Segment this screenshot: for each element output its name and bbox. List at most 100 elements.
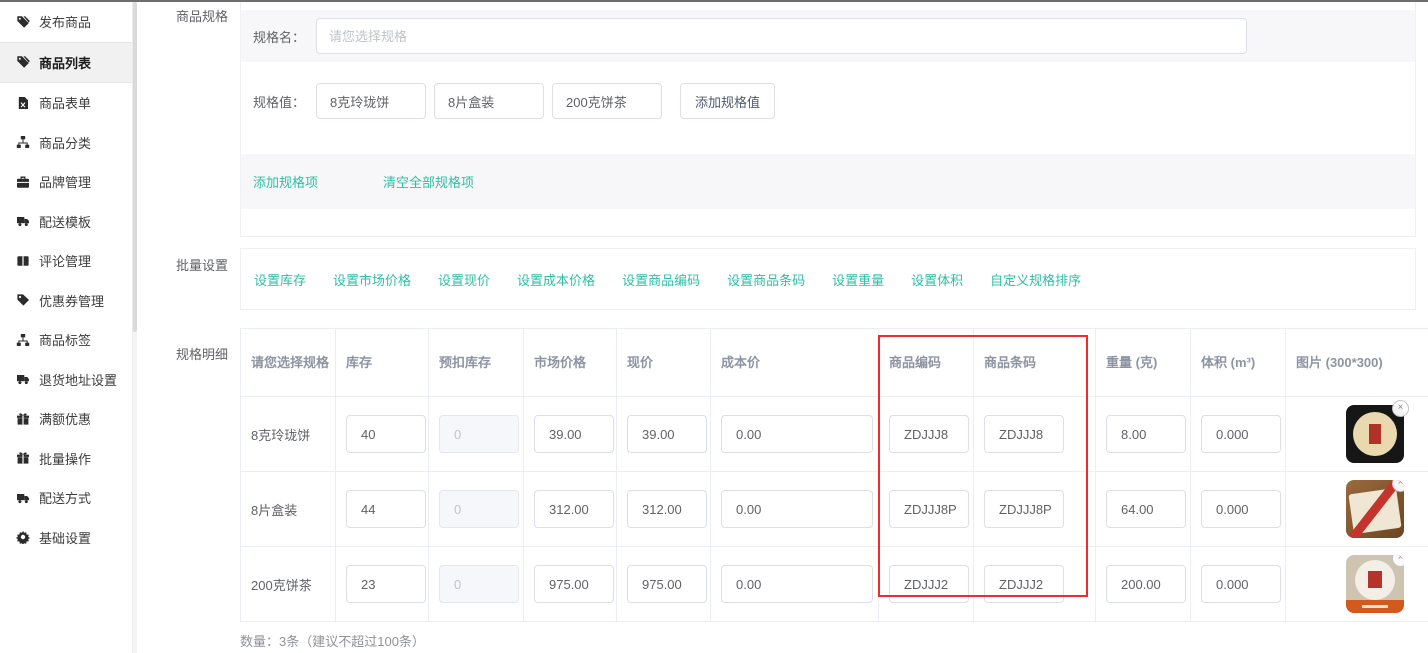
- column-header-10: 图片 (300*300): [1286, 329, 1428, 397]
- custom-spec-sort-link[interactable]: 自定义规格排序: [990, 270, 1081, 289]
- weight-input[interactable]: [1106, 565, 1186, 603]
- sitemap-icon: [16, 135, 30, 149]
- stock-input[interactable]: [346, 490, 426, 528]
- product-image-white-tea-cake-orange-banner[interactable]: ×: [1346, 555, 1404, 613]
- truck-icon: [16, 491, 30, 505]
- set-weight-link[interactable]: 设置重量: [832, 270, 884, 289]
- sidebar-menu: 发布商品商品列表商品表单商品分类品牌管理配送模板评论管理优惠券管理商品标签退货地…: [0, 2, 132, 557]
- top-divider: [0, 0, 1428, 2]
- sidebar-item-product-tags[interactable]: 商品标签: [0, 320, 132, 360]
- volume-input[interactable]: [1201, 565, 1281, 603]
- sidebar: 发布商品商品列表商品表单商品分类品牌管理配送模板评论管理优惠券管理商品标签退货地…: [0, 2, 133, 653]
- batch-settings-panel: 设置库存 设置市场价格 设置现价 设置成本价格 设置商品编码 设置商品条码 设置重量 设置体积…: [240, 248, 1416, 310]
- tags-icon: [16, 15, 30, 29]
- truck-icon: [16, 372, 30, 386]
- image-remove-icon[interactable]: ×: [1392, 400, 1409, 417]
- product-code-input[interactable]: [889, 415, 969, 453]
- market-price-input[interactable]: [534, 415, 614, 453]
- product-spec-page: 发布商品商品列表商品表单商品分类品牌管理配送模板评论管理优惠券管理商品标签退货地…: [0, 0, 1428, 653]
- column-header-8: 重量 (克): [1096, 329, 1191, 397]
- reserved-stock-input: [439, 415, 519, 453]
- set-volume-link[interactable]: 设置体积: [911, 270, 963, 289]
- sidebar-scrollbar-thumb[interactable]: [133, 2, 137, 332]
- cost-price-input[interactable]: [721, 490, 873, 528]
- set-cost-price-link[interactable]: 设置成本价格: [517, 270, 595, 289]
- product-image-wooden-gift-box-red-ribbon[interactable]: ×: [1346, 480, 1404, 538]
- price-input[interactable]: [627, 490, 707, 528]
- price-input[interactable]: [627, 415, 707, 453]
- product-barcode-input[interactable]: [984, 565, 1064, 603]
- sidebar-item-basic-settings[interactable]: 基础设置: [0, 518, 132, 558]
- add-spec-item-link[interactable]: 添加规格项: [253, 172, 318, 191]
- spec-value-input-2[interactable]: [552, 83, 662, 119]
- spec-cell: 8片盒装: [241, 472, 336, 547]
- weight-input[interactable]: [1106, 415, 1186, 453]
- column-header-9: 体积 (m³): [1191, 329, 1286, 397]
- set-market-price-link[interactable]: 设置市场价格: [333, 270, 411, 289]
- sidebar-item-label: 退货地址设置: [39, 370, 117, 389]
- tags-icon: [16, 15, 30, 29]
- spec-value-chips: [316, 83, 670, 119]
- product-barcode-input[interactable]: [984, 415, 1064, 453]
- sidebar-item-full-discount[interactable]: 满额优惠: [0, 399, 132, 439]
- sidebar-item-batch-operation[interactable]: 批量操作: [0, 439, 132, 479]
- sidebar-item-label: 商品分类: [39, 133, 91, 152]
- sidebar-item-publish-product[interactable]: 发布商品: [0, 2, 132, 42]
- set-stock-link[interactable]: 设置库存: [254, 270, 306, 289]
- column-header-6: 商品编码: [879, 329, 974, 397]
- spec-panel: 规格名： 规格值： 添加规格值 添加规格项 清空全部规格项: [240, 0, 1416, 237]
- column-header-3: 市场价格: [524, 329, 617, 397]
- sidebar-item-return-address-settings[interactable]: 退货地址设置: [0, 360, 132, 400]
- product-code-input[interactable]: [889, 565, 969, 603]
- market-price-input[interactable]: [534, 490, 614, 528]
- clear-all-spec-link[interactable]: 清空全部规格项: [383, 172, 474, 191]
- reserved-stock-input: [439, 490, 519, 528]
- add-spec-value-button[interactable]: 添加规格值: [680, 83, 775, 119]
- volume-input[interactable]: [1201, 490, 1281, 528]
- stock-input[interactable]: [346, 565, 426, 603]
- sidebar-item-brand-management[interactable]: 品牌管理: [0, 162, 132, 202]
- stock-input[interactable]: [346, 415, 426, 453]
- volume-input[interactable]: [1201, 415, 1281, 453]
- tags-icon: [16, 55, 30, 69]
- product-image-black-box-round-tea-cake[interactable]: ×: [1346, 405, 1404, 463]
- sidebar-item-coupon-management[interactable]: 优惠券管理: [0, 281, 132, 321]
- spec-name-input[interactable]: [316, 18, 1247, 54]
- spec-row-0: 8克玲珑饼×: [241, 397, 1428, 472]
- set-price-link[interactable]: 设置现价: [438, 270, 490, 289]
- price-input[interactable]: [627, 565, 707, 603]
- sidebar-item-review-management[interactable]: 评论管理: [0, 241, 132, 281]
- row-count-note: 数量：3条（建议不超过100条）: [240, 631, 425, 650]
- sidebar-item-label: 基础设置: [39, 528, 91, 547]
- set-product-code-link[interactable]: 设置商品编码: [622, 270, 700, 289]
- batch-section-label: 批量设置: [146, 255, 228, 274]
- sidebar-item-product-list[interactable]: 商品列表: [0, 42, 132, 84]
- cost-price-input[interactable]: [721, 565, 873, 603]
- spec-value-input-1[interactable]: [434, 83, 544, 119]
- briefcase-icon: [16, 175, 30, 189]
- briefcase-icon: [16, 175, 30, 189]
- sidebar-item-delivery-method[interactable]: 配送方式: [0, 478, 132, 518]
- spec-value-input-0[interactable]: [316, 83, 426, 119]
- image-remove-icon[interactable]: ×: [1392, 555, 1404, 567]
- sidebar-item-product-form[interactable]: 商品表单: [0, 83, 132, 123]
- columns-icon: [16, 254, 30, 268]
- spec-cell: 200克饼茶: [241, 547, 336, 622]
- market-price-input[interactable]: [534, 565, 614, 603]
- product-barcode-input[interactable]: [984, 490, 1064, 528]
- reserved-stock-input: [439, 565, 519, 603]
- weight-input[interactable]: [1106, 490, 1186, 528]
- sidebar-item-delivery-template[interactable]: 配送模板: [0, 202, 132, 242]
- sidebar-item-label: 发布商品: [39, 12, 91, 31]
- table-header-row: 请您选择规格库存预扣库存市场价格现价成本价商品编码商品条码重量 (克)体积 (m…: [241, 329, 1428, 397]
- truck-icon: [16, 214, 30, 228]
- product-code-input[interactable]: [889, 490, 969, 528]
- gift-icon: [16, 451, 30, 465]
- set-product-barcode-link[interactable]: 设置商品条码: [727, 270, 805, 289]
- cost-price-input[interactable]: [721, 415, 873, 453]
- gift-icon: [16, 412, 30, 426]
- sidebar-item-product-category[interactable]: 商品分类: [0, 123, 132, 163]
- sidebar-item-label: 商品标签: [39, 330, 91, 349]
- columns-icon: [16, 254, 30, 268]
- gift-icon: [16, 412, 30, 426]
